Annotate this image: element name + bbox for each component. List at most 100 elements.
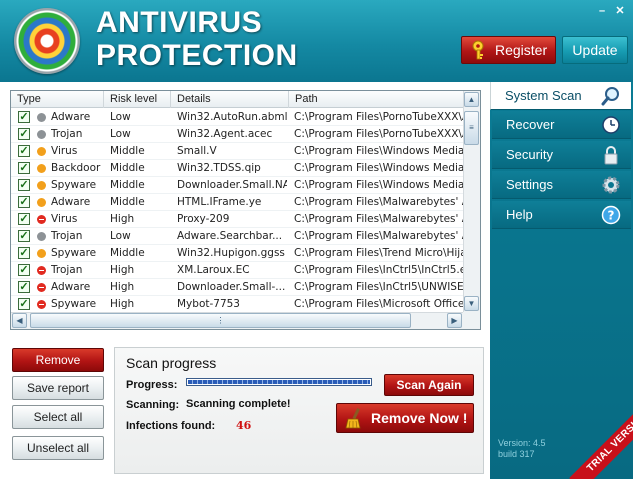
scroll-up-icon[interactable]: ▲: [464, 92, 479, 107]
cell-risk: High: [110, 213, 135, 225]
risk-level-icon: [37, 164, 46, 173]
update-button[interactable]: Update: [562, 36, 628, 64]
table-row[interactable]: ✓ Adware Low Win32.AutoRun.abml C:\Program F…: [11, 109, 464, 126]
row-checkbox[interactable]: ✓: [18, 281, 30, 293]
cell-details: Downloader.Small.NA: [177, 179, 287, 191]
row-checkbox[interactable]: ✓: [18, 128, 30, 140]
remove-now-label: Remove Now !: [371, 410, 468, 426]
risk-level-icon: [37, 232, 46, 241]
threats-table: Type Risk level Details Path ✓ Adware Low W…: [10, 90, 481, 330]
table-row[interactable]: ✓ Virus Middle Small.V C:\Program Files\Wind…: [11, 143, 464, 160]
sidebar-item-system-scan[interactable]: System Scan: [490, 82, 631, 110]
table-row[interactable]: ✓ Trojan Low Adware.Searchbar... C:\Program …: [11, 228, 464, 245]
row-checkbox[interactable]: ✓: [18, 247, 30, 259]
scroll-thumb[interactable]: ≡: [464, 111, 479, 145]
row-checkbox[interactable]: ✓: [18, 230, 30, 242]
cell-details: Mybot-7753: [177, 298, 240, 310]
cell-path: C:\Program Files\Trend Micro\Hijac: [294, 247, 464, 259]
target-logo-icon: [14, 8, 80, 74]
save-report-button[interactable]: Save report: [12, 376, 104, 400]
risk-level-icon: [37, 249, 46, 258]
cell-details: Win32.AutoRun.abml: [177, 111, 287, 123]
scroll-left-icon[interactable]: ◀: [12, 313, 27, 328]
table-row[interactable]: ✓ Backdoor Middle Win32.TDSS.qip C:\Program …: [11, 160, 464, 177]
row-checkbox[interactable]: ✓: [18, 196, 30, 208]
hscroll-thumb[interactable]: ⋮: [30, 313, 411, 328]
table-row[interactable]: ✓ Trojan High XM.Laroux.EC C:\Program Files\…: [11, 262, 464, 279]
cell-details: HTML.IFrame.ye: [177, 196, 262, 208]
sidebar: System Scan Recover Security Settings Help?: [490, 82, 633, 479]
scan-again-button[interactable]: Scan Again: [384, 374, 474, 396]
cell-risk: High: [110, 298, 135, 310]
column-header-risk[interactable]: Risk level: [104, 91, 171, 108]
close-button[interactable]: ✕: [614, 6, 626, 17]
cell-path: C:\Program Files\Malwarebytes' An: [294, 230, 464, 242]
row-checkbox[interactable]: ✓: [18, 111, 30, 123]
cell-type: Virus: [51, 145, 78, 157]
column-header-type[interactable]: Type: [11, 91, 104, 108]
sidebar-item-settings[interactable]: Settings: [492, 171, 631, 199]
table-row[interactable]: ✓ Adware Middle HTML.IFrame.ye C:\Program Fi…: [11, 194, 464, 211]
main-panel: Type Risk level Details Path ✓ Adware Low W…: [0, 82, 490, 479]
cell-path: C:\Program Files\InCtrl5\InCtrl5.ex: [294, 264, 464, 276]
sidebar-item-recover[interactable]: Recover: [492, 111, 631, 139]
cell-path: C:\Program Files\Windows Media C: [294, 162, 464, 174]
row-checkbox[interactable]: ✓: [18, 213, 30, 225]
column-header-details[interactable]: Details: [171, 91, 289, 108]
table-row[interactable]: ✓ Spyware Middle Downloader.Small.NA C:\Prog…: [11, 177, 464, 194]
register-button[interactable]: Register: [461, 36, 556, 64]
row-checkbox[interactable]: ✓: [18, 264, 30, 276]
scan-progress-panel: Scan progress Progress: Scanning: Scanni…: [114, 347, 484, 474]
cell-risk: Low: [110, 111, 131, 123]
table-row[interactable]: ✓ Adware High Downloader.Small-... C:\Progra…: [11, 279, 464, 296]
table-row[interactable]: ✓ Virus High Proxy-209 C:\Program Files\Malw…: [11, 211, 464, 228]
cell-path: C:\Program Files\PornoTubeXXX\Ar: [294, 111, 464, 123]
progress-bar: [186, 378, 372, 386]
cell-type: Trojan: [51, 230, 83, 242]
table-row[interactable]: ✓ Spyware Middle Win32.Hupigon.ggss C:\Progr…: [11, 245, 464, 262]
row-checkbox[interactable]: ✓: [18, 162, 30, 174]
cell-details: Proxy-209: [177, 213, 230, 225]
table-row[interactable]: ✓ Trojan Low Win32.Agent.acec C:\Program Fil…: [11, 126, 464, 143]
scanning-label: Scanning:: [126, 399, 180, 411]
scroll-corner: [463, 312, 480, 329]
clock-icon: [601, 115, 621, 135]
risk-level-icon: [37, 215, 46, 224]
vertical-scrollbar[interactable]: ▲ ≡ ▼: [463, 91, 480, 313]
version-info: Version: 4.5 build 317: [498, 438, 546, 460]
cell-details: Small.V: [177, 145, 217, 157]
scroll-down-icon[interactable]: ▼: [464, 296, 479, 311]
sidebar-item-security[interactable]: Security: [492, 141, 631, 169]
risk-level-icon: [37, 130, 46, 139]
key-icon: [472, 40, 484, 60]
select-all-button[interactable]: Select all: [12, 405, 104, 429]
minimize-button[interactable]: –: [596, 6, 608, 17]
gear-icon: [601, 175, 621, 195]
column-header-path[interactable]: Path: [289, 91, 464, 108]
build-label: build 317: [498, 449, 535, 459]
risk-level-icon: [37, 113, 46, 122]
cell-risk: Low: [110, 230, 131, 242]
cell-type: Adware: [51, 111, 91, 123]
sidebar-item-label: Help: [506, 207, 533, 222]
risk-level-icon: [37, 198, 46, 207]
horizontal-scrollbar[interactable]: ◀ ⋮ ▶: [11, 312, 464, 329]
cell-type: Adware: [51, 196, 91, 208]
remove-button[interactable]: Remove: [12, 348, 104, 372]
sidebar-item-help[interactable]: Help?: [492, 201, 631, 229]
progress-fill: [188, 380, 370, 384]
unselect-all-button[interactable]: Unselect all: [12, 436, 104, 460]
cell-details: Win32.TDSS.qip: [177, 162, 261, 174]
cell-type: Backdoor: [51, 162, 101, 174]
row-checkbox[interactable]: ✓: [18, 298, 30, 310]
cell-path: C:\Program Files\PornoTubeXXX\Ar: [294, 128, 464, 140]
row-checkbox[interactable]: ✓: [18, 145, 30, 157]
scroll-right-icon[interactable]: ▶: [447, 313, 462, 328]
risk-level-icon: [37, 147, 46, 156]
risk-level-icon: [37, 266, 46, 275]
sidebar-item-label: Security: [506, 147, 553, 162]
risk-level-icon: [37, 283, 46, 292]
remove-now-button[interactable]: Remove Now !: [336, 403, 474, 433]
row-checkbox[interactable]: ✓: [18, 179, 30, 191]
table-row[interactable]: ✓ Spyware High Mybot-7753 C:\Program Files\M…: [11, 296, 464, 313]
